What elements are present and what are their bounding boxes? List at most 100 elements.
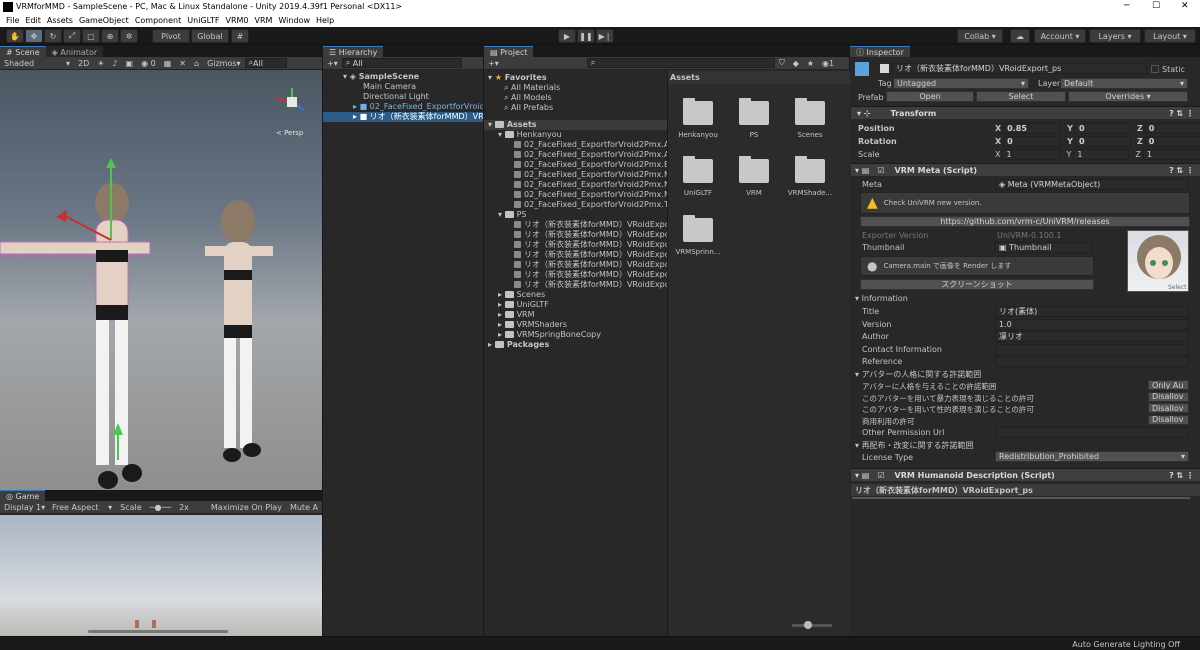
effects-icon[interactable]: ▣ bbox=[122, 59, 138, 68]
hand-tool-icon[interactable]: ✋ bbox=[6, 29, 24, 43]
hidden-objects-icon[interactable]: ◉ 0 bbox=[137, 59, 160, 68]
avatar-perm-foldout[interactable]: ▾ アバターの人格に関する許諾範囲 bbox=[855, 369, 981, 380]
vrm-meta-header[interactable]: ▾ ▤ ☑ VRM Meta (Script) ? ⇅ ⋮ bbox=[851, 163, 1200, 176]
license-type-dropdown[interactable]: Redistribution_Prohibited ▾ bbox=[995, 451, 1189, 462]
project-folder[interactable]: ▾ Henkanyou bbox=[484, 130, 667, 140]
scene-root[interactable]: ▾ ◈ SampleScene bbox=[323, 72, 483, 82]
grid-breadcrumb[interactable]: Assets bbox=[668, 71, 850, 84]
layout-dropdown[interactable]: Layout ▾ bbox=[1144, 29, 1196, 43]
favorite-icon[interactable]: ★ bbox=[803, 59, 818, 68]
grid-icon[interactable]: ▦ bbox=[160, 59, 176, 68]
scene-search-input[interactable]: ⌕ All bbox=[244, 58, 287, 68]
hierarchy-item-selected[interactable]: ▸ ■ リオ（新衣装素体forMMD）VR bbox=[323, 112, 483, 122]
project-folder[interactable]: ▸ VRMShaders bbox=[484, 320, 667, 330]
favorite-item[interactable]: ⌕ All Models bbox=[484, 93, 667, 103]
create-dropdown[interactable]: +▾ bbox=[323, 59, 342, 68]
permission-dropdown[interactable]: Disallov bbox=[1148, 391, 1189, 402]
other-permission-field[interactable] bbox=[995, 427, 1189, 438]
menu-unigltf[interactable]: UniGLTF bbox=[187, 16, 219, 25]
layers-dropdown[interactable]: Layers ▾ bbox=[1089, 29, 1141, 43]
tab-game[interactable]: ◎ Game bbox=[0, 490, 46, 501]
rect-tool-icon[interactable]: ▢ bbox=[82, 29, 100, 43]
icon-size-slider-thumb[interactable] bbox=[804, 621, 812, 629]
expanded-arrow-icon[interactable]: ▾ bbox=[498, 130, 505, 139]
tab-inspector[interactable]: ⓘ Inspector bbox=[850, 46, 910, 57]
information-foldout[interactable]: ▾ Information bbox=[855, 294, 908, 303]
pause-button[interactable]: ❚❚ bbox=[577, 29, 595, 43]
transform-header[interactable]: ▾ ⊹ Transform ? ⇅ ⋮ bbox=[851, 106, 1200, 119]
project-folder[interactable]: ▸ UniGLTF bbox=[484, 300, 667, 310]
preview-splitter[interactable] bbox=[852, 497, 1190, 499]
project-asset[interactable]: リオ（新衣装素体forMMD）VRoidExport_ps bbox=[484, 240, 667, 250]
project-asset[interactable]: 02_FaceFixed_ExportforVroid2Pmx.Avata bbox=[484, 140, 667, 150]
project-asset[interactable]: 02_FaceFixed_ExportforVroid2Pmx.Avata bbox=[484, 150, 667, 160]
grid-folder[interactable]: VRMSprinn... bbox=[670, 215, 726, 256]
maximize-button[interactable]: ☐ bbox=[1152, 1, 1160, 11]
position-x[interactable]: 0.85 bbox=[1003, 122, 1062, 134]
permission-dropdown[interactable]: Disallov bbox=[1148, 414, 1189, 425]
persp-label[interactable]: < Persp bbox=[276, 129, 303, 137]
info-field-input[interactable]: 凜リオ bbox=[995, 331, 1189, 342]
selected-character[interactable] bbox=[0, 183, 151, 489]
mode-2d-button[interactable]: 2D bbox=[74, 59, 93, 68]
rotation-x[interactable]: 0 bbox=[1003, 135, 1062, 147]
game-scrollbar[interactable] bbox=[88, 630, 228, 633]
enable-checkbox[interactable]: ☑ bbox=[877, 471, 884, 480]
grid-folder[interactable]: UniGLTF bbox=[670, 156, 726, 197]
object-name-field[interactable]: リオ（新衣装素体forMMD）VRoidExport_ps bbox=[892, 63, 1147, 74]
hidden-packages-icon[interactable]: ◉1 bbox=[818, 59, 838, 68]
grid-snap-icon[interactable]: # bbox=[231, 29, 249, 43]
menu-file[interactable]: File bbox=[6, 16, 19, 25]
project-folder[interactable]: ▸ VRMSpringBoneCopy bbox=[484, 330, 667, 340]
close-button[interactable]: ✕ bbox=[1181, 1, 1189, 11]
project-asset[interactable]: 02_FaceFixed_ExportforVroid2Pmx.Blend bbox=[484, 160, 667, 170]
info-field-input[interactable] bbox=[995, 356, 1189, 367]
scale-x[interactable]: 1 bbox=[1002, 148, 1061, 160]
grid-folder[interactable]: Henkanyou bbox=[670, 98, 726, 139]
step-button[interactable]: ▶❘ bbox=[596, 29, 614, 43]
tools-icon[interactable]: ✕ bbox=[175, 59, 190, 68]
grid-folder[interactable]: PS bbox=[726, 98, 782, 139]
play-button[interactable]: ▶ bbox=[558, 29, 576, 43]
scene-viewport[interactable]: < Persp bbox=[0, 70, 322, 490]
rotate-tool-icon[interactable]: ↻ bbox=[44, 29, 62, 43]
aspect-dropdown[interactable]: Free Aspect ▾ bbox=[48, 503, 116, 512]
custom-tool-icon[interactable]: ✲ bbox=[120, 29, 138, 43]
position-z[interactable]: 0 bbox=[1144, 122, 1200, 134]
filter-type-icon[interactable]: ⛉ bbox=[775, 58, 789, 68]
favorites-header[interactable]: ▾ ★ Favorites bbox=[484, 73, 667, 83]
scale-z[interactable]: 1 bbox=[1142, 148, 1200, 160]
menu-assets[interactable]: Assets bbox=[47, 16, 73, 25]
project-asset[interactable]: 02_FaceFixed_ExportforVroid2Pmx.MetaO bbox=[484, 190, 667, 200]
hierarchy-item[interactable]: Main Camera bbox=[323, 82, 483, 92]
scale-slider[interactable]: ─●── bbox=[146, 503, 175, 512]
hierarchy-item[interactable]: Directional Light bbox=[323, 92, 483, 102]
project-folder[interactable]: ▸ Scenes bbox=[484, 290, 667, 300]
tab-scene[interactable]: # Scene bbox=[0, 46, 46, 57]
mute-audio-button[interactable]: Mute A bbox=[286, 503, 322, 512]
meta-object-field[interactable]: ◈ Meta (VRMMetaObject) bbox=[995, 179, 1189, 190]
info-field-input[interactable] bbox=[995, 343, 1189, 355]
menu-window[interactable]: Window bbox=[278, 16, 310, 25]
tab-project[interactable]: ▤ Project bbox=[484, 46, 534, 57]
redistribution-foldout[interactable]: ▾ 再配布・改変に関する許諾範囲 bbox=[855, 440, 974, 451]
collapsed-arrow-icon[interactable]: ▸ bbox=[498, 330, 505, 339]
collab-button[interactable]: Collab ▾ bbox=[957, 29, 1003, 43]
project-asset[interactable]: リオ（新衣装素体forMMD）VRoidExport_ps bbox=[484, 230, 667, 240]
component-menu-icon[interactable]: ? ⇅ ⋮ bbox=[1169, 166, 1194, 175]
project-asset[interactable]: リオ（新衣装素体forMMD）VRoidExport_ps bbox=[484, 270, 667, 280]
menu-help[interactable]: Help bbox=[316, 16, 334, 25]
menu-vrm0[interactable]: VRM0 bbox=[225, 16, 248, 25]
pivot-toggle[interactable]: Pivot bbox=[152, 29, 190, 43]
project-asset[interactable]: リオ（新衣装素体forMMD）VRoidExport_ps bbox=[484, 280, 667, 290]
collapsed-arrow-icon[interactable]: ▸ bbox=[498, 320, 505, 329]
static-checkbox[interactable] bbox=[1151, 65, 1159, 73]
expanded-arrow-icon[interactable]: ▾ bbox=[498, 210, 505, 219]
collapsed-arrow-icon[interactable]: ▸ bbox=[498, 290, 505, 299]
releases-link-button[interactable]: https://github.com/vrm-c/UniVRM/releases bbox=[860, 216, 1190, 227]
filter-label-icon[interactable]: ◆ bbox=[789, 59, 803, 68]
cloud-icon[interactable]: ☁ bbox=[1010, 29, 1030, 43]
audio-icon[interactable]: ♪ bbox=[108, 59, 121, 68]
screenshot-button[interactable]: スクリーンショット bbox=[860, 279, 1094, 290]
project-folder[interactable]: ▸ VRM bbox=[484, 310, 667, 320]
